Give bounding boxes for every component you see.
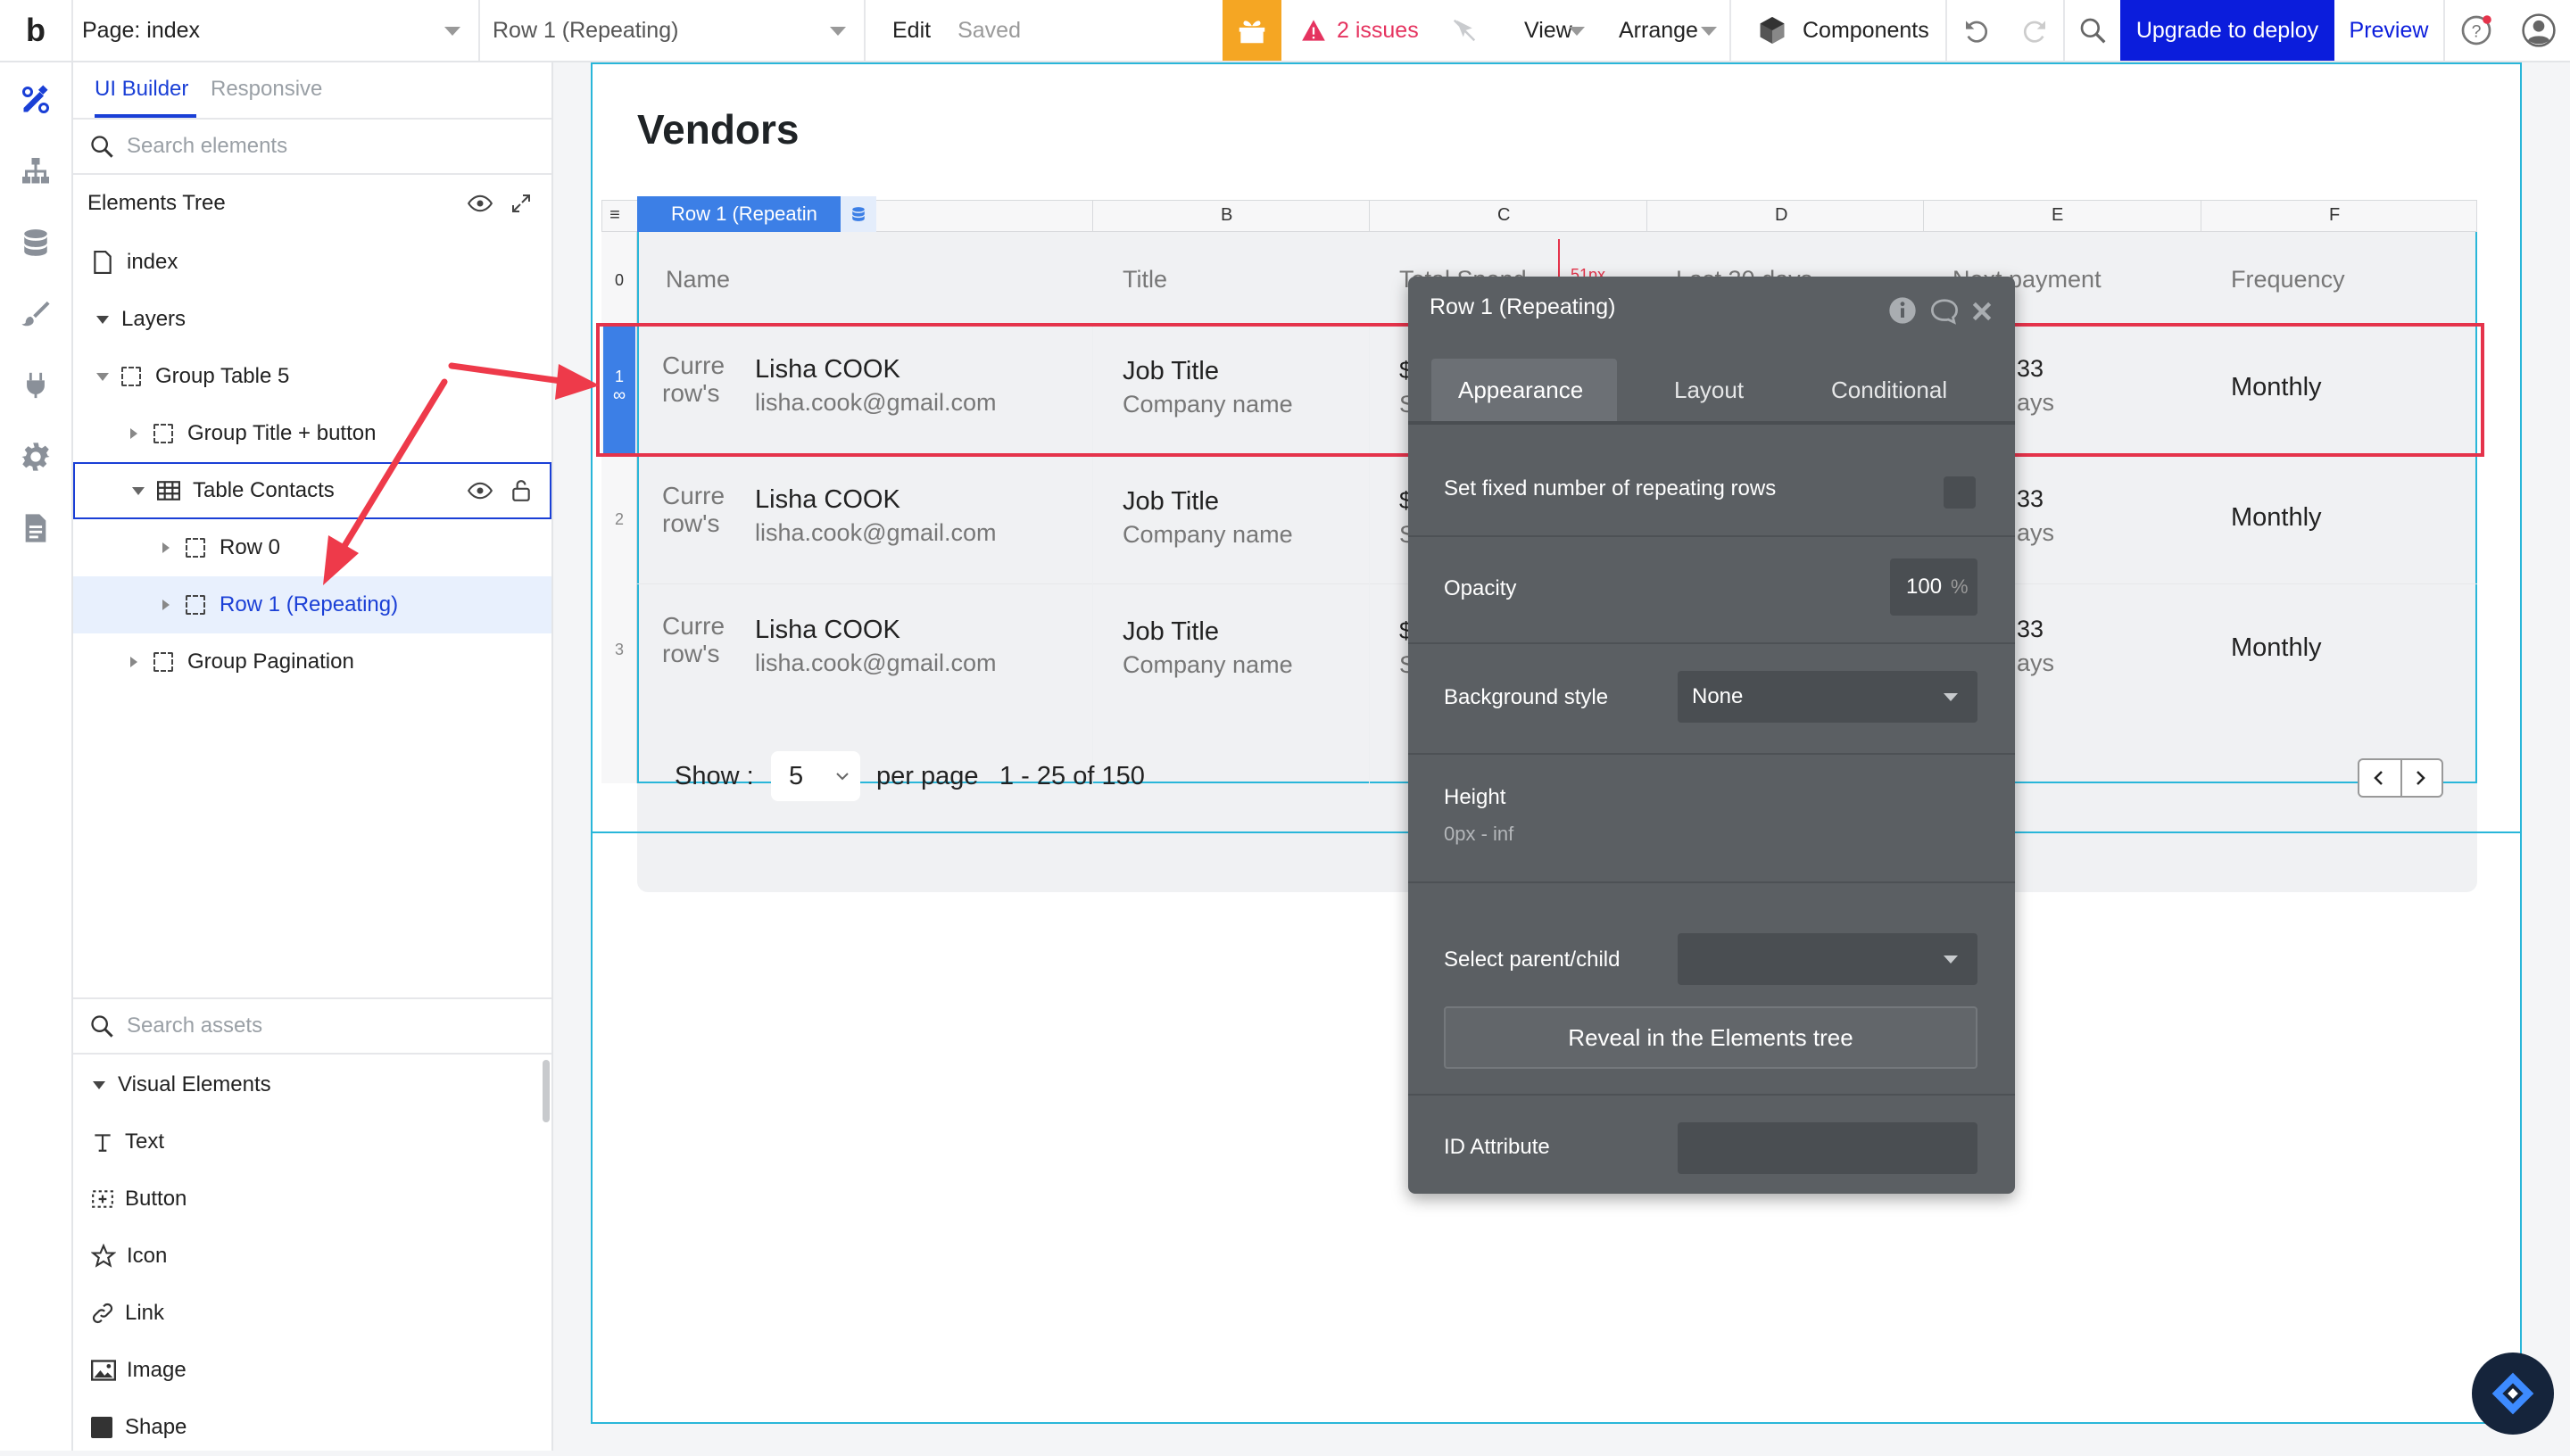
comment-icon[interactable] [1929,298,1960,325]
chevron-down-icon [1944,693,1958,701]
arrow-to-row [448,362,600,400]
fixed-rows-label: Set fixed number of repeating rows [1444,476,1777,500]
tab-conditional[interactable]: Conditional [1831,376,1947,404]
opacity-unit: % [1951,575,1969,598]
section-divider [1408,535,2015,537]
height-label: Height [1444,785,1506,809]
chat-widget-icon [2491,1372,2534,1415]
section-divider [1408,1094,2015,1096]
background-style-select[interactable]: None [1678,671,1977,723]
id-attribute-input[interactable] [1678,1122,1977,1174]
help-widget-button[interactable] [2472,1353,2554,1435]
close-icon[interactable] [1970,300,1994,323]
property-editor[interactable]: Row 1 (Repeating) Appearance Layout Cond… [1408,277,2015,1194]
reveal-button-label: Reveal in the Elements tree [1568,1023,1853,1051]
background-style-value: None [1692,684,1744,708]
tab-appearance-label: Appearance [1458,376,1584,403]
reveal-in-tree-button[interactable]: Reveal in the Elements tree [1444,1006,1977,1069]
parent-child-select[interactable] [1678,933,1977,985]
info-icon[interactable] [1888,296,1917,325]
opacity-value: 100 [1906,575,1943,599]
tab-appearance[interactable]: Appearance [1431,359,1617,421]
section-divider [1408,881,2015,883]
opacity-label: Opacity [1444,576,1517,600]
background-style-label: Background style [1444,685,1609,709]
section-divider [1408,642,2015,644]
property-editor-title[interactable]: Row 1 (Repeating) [1430,294,1615,320]
fixed-rows-checkbox[interactable] [1944,476,1976,509]
chevron-down-icon [1944,956,1958,964]
section-divider [1408,753,2015,755]
tab-layout[interactable]: Layout [1674,376,1744,404]
opacity-input[interactable]: 100 % [1890,558,1977,616]
arrow-to-tree-item [323,378,448,585]
height-value: 0px - inf [1444,823,1514,845]
id-attribute-label: ID Attribute [1444,1135,1550,1159]
tab-divider [1408,421,2015,425]
parent-child-label: Select parent/child [1444,947,1621,972]
annotation-arrows [323,362,600,585]
